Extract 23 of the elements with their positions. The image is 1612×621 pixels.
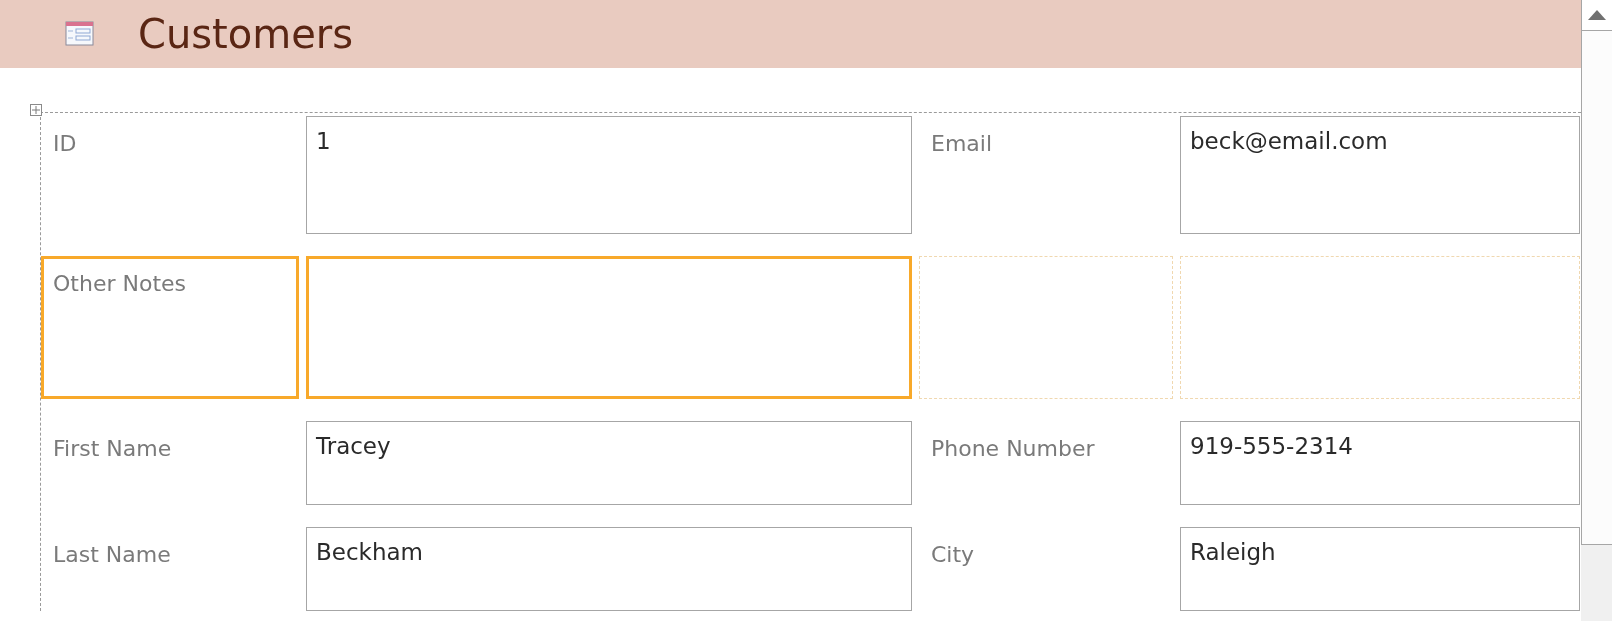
scroll-up-button[interactable] [1581, 0, 1612, 31]
up-arrow-icon [1588, 10, 1606, 20]
move-handle-icon[interactable] [30, 104, 42, 116]
field-label: Other Notes [41, 256, 299, 399]
empty-cell[interactable] [919, 256, 1173, 399]
field-label: First Name [52, 435, 173, 463]
field-label: Last Name [52, 541, 172, 569]
text-field[interactable]: 1 [306, 116, 912, 234]
scroll-thumb[interactable] [1581, 31, 1612, 545]
form-icon [65, 21, 95, 47]
text-field[interactable]: 919-555-2314 [1180, 421, 1580, 505]
text-field[interactable]: Beckham [306, 527, 912, 611]
field-label: City [930, 541, 976, 569]
text-field[interactable]: beck@email.com [1180, 116, 1580, 234]
field-label: ID [52, 130, 78, 158]
field-label: Email [930, 130, 994, 158]
text-field[interactable]: Raleigh [1180, 527, 1580, 611]
form-title: Customers [138, 11, 354, 57]
scrollbar[interactable] [1581, 0, 1612, 621]
text-field[interactable]: Tracey [306, 421, 912, 505]
text-field[interactable] [306, 256, 912, 399]
field-label: Phone Number [930, 435, 1096, 463]
empty-cell[interactable] [1180, 256, 1580, 399]
